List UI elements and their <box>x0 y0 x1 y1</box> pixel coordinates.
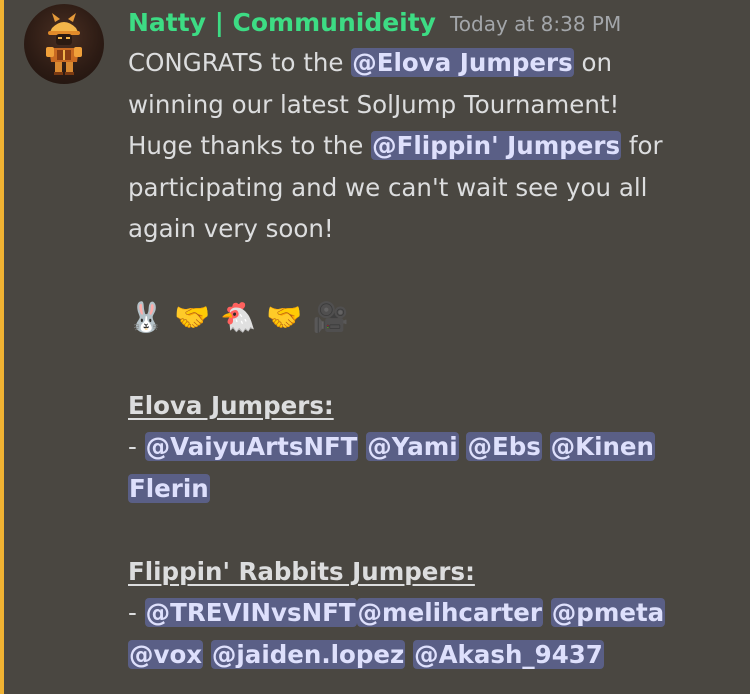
section-title-elova: Elova Jumpers: <box>128 390 334 420</box>
message-text: Huge thanks to the <box>128 131 372 160</box>
member-line: - @TREVINvsNFT@melihcarter @pmeta <box>128 592 744 634</box>
message-content: CONGRATS to the @Elova Jumpers on winnin… <box>128 42 744 675</box>
member-line: - @VaiyuArtsNFT @Yami @Ebs @Kinen <box>128 426 744 468</box>
samurai-avatar-icon <box>46 13 82 75</box>
rabbit-emoji-icon: 🐰 <box>128 299 165 334</box>
emoji-row: 🐰 🤝 🐔 🤝 🎥 <box>128 291 744 343</box>
section-title-flippin: Flippin' Rabbits Jumpers: <box>128 556 475 586</box>
member-line: @vox @jaiden.lopez @Akash_9437 <box>128 634 744 676</box>
message-line: Huge thanks to the @Flippin' Jumpers for <box>128 125 744 167</box>
mention-user[interactable]: @jaiden.lopez <box>210 639 406 669</box>
mention-role[interactable]: @Flippin' Jumpers <box>371 131 622 160</box>
message-text: on <box>573 48 612 77</box>
mention-user[interactable]: @Akash_9437 <box>413 639 604 669</box>
mention-user[interactable]: @pmeta <box>550 598 666 627</box>
handshake-emoji-icon: 🤝 <box>174 299 211 334</box>
movie-camera-emoji-icon: 🎥 <box>312 299 349 334</box>
mention-user[interactable]: @Yami <box>366 432 459 461</box>
message-timestamp[interactable]: Today at 8:38 PM <box>450 12 621 36</box>
mention-user[interactable]: Flerin <box>128 473 210 503</box>
mention-user[interactable]: @melihcarter <box>356 598 543 627</box>
mention-role[interactable]: @Elova Jumpers <box>351 48 574 77</box>
handshake-emoji-icon: 🤝 <box>266 299 303 334</box>
mention-user[interactable]: @VaiyuArtsNFT <box>144 432 359 461</box>
list-dash: - <box>128 432 145 461</box>
message-text: CONGRATS to the <box>128 48 352 77</box>
message-line: CONGRATS to the @Elova Jumpers on <box>128 42 744 84</box>
list-dash: - <box>128 598 145 627</box>
author-name[interactable]: Natty | Communideity <box>128 8 436 37</box>
message-line: again very soon! <box>128 214 334 243</box>
message-text: for <box>621 131 663 160</box>
chicken-emoji-icon: 🐔 <box>220 299 257 334</box>
message-line: participating and we can't wait see you … <box>128 172 648 202</box>
section-line: Flippin' Rabbits Jumpers: <box>128 551 744 593</box>
mention-user[interactable]: @Kinen <box>549 432 655 461</box>
chat-message: Natty | Communideity Today at 8:38 PM CON… <box>128 4 744 675</box>
message-header: Natty | Communideity Today at 8:38 PM <box>128 4 744 42</box>
mention-user[interactable]: @vox <box>128 639 204 669</box>
message-line: winning our latest SolJump Tournament! <box>128 89 620 119</box>
highlight-accent-bar <box>0 0 4 694</box>
section-line: Elova Jumpers: <box>128 385 744 427</box>
avatar[interactable] <box>24 4 104 84</box>
mention-user[interactable]: @TREVINvsNFT <box>144 598 357 627</box>
member-line: Flerin <box>128 468 744 510</box>
mention-user[interactable]: @Ebs <box>466 432 542 461</box>
